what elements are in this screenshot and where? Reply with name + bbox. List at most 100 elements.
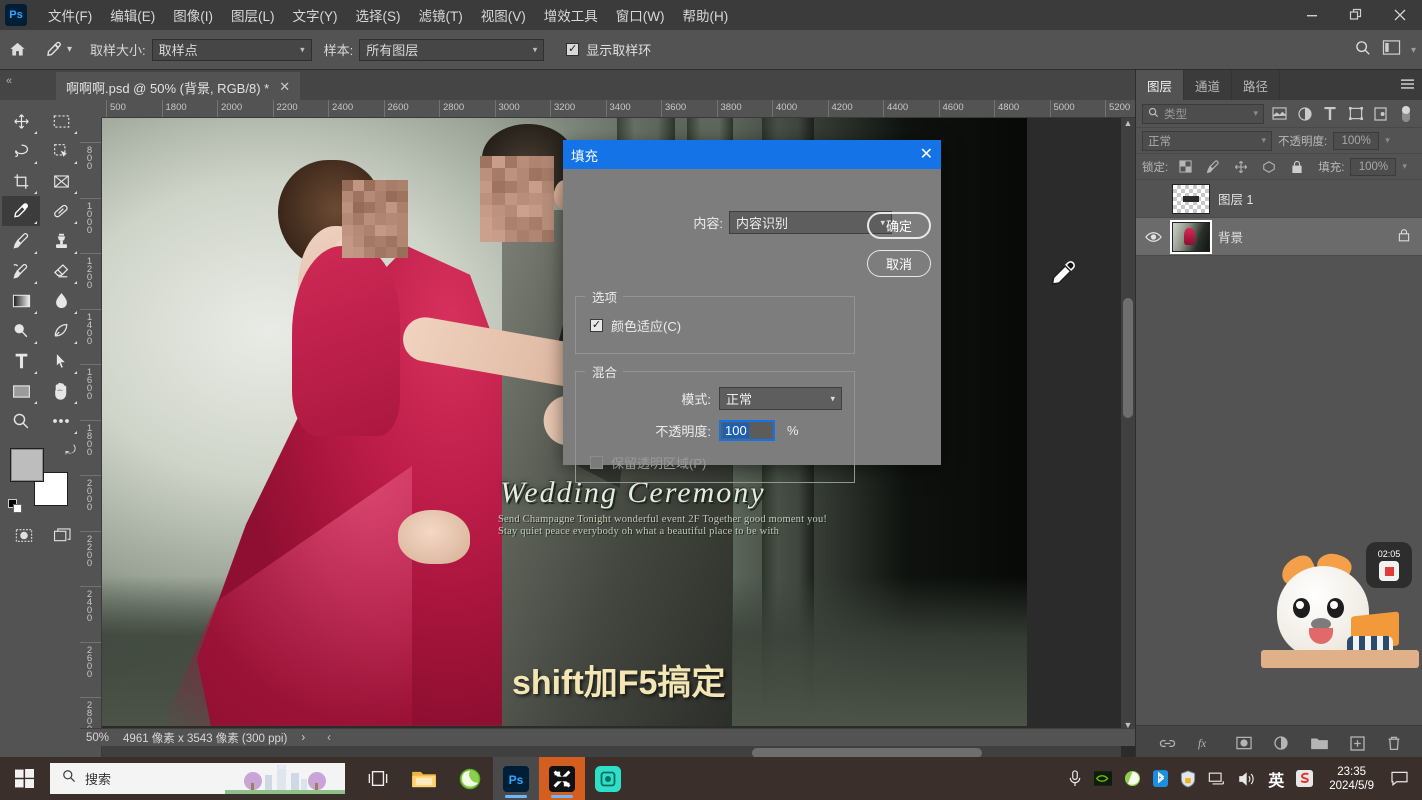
layer-thumbnail[interactable]: [1172, 183, 1210, 214]
microphone-icon[interactable]: [1068, 770, 1082, 787]
menu-file[interactable]: 文件(F): [39, 1, 101, 29]
current-tool-eyedropper[interactable]: ▾: [38, 40, 78, 59]
lock-icon[interactable]: [1398, 228, 1410, 245]
sample-select[interactable]: 所有图层 ▾: [359, 38, 545, 61]
eyedropper-tool[interactable]: [2, 196, 40, 226]
chevron-down-icon[interactable]: ▾: [1402, 161, 1407, 172]
new-group-icon[interactable]: [1310, 737, 1328, 750]
layer-visibility-toggle[interactable]: [1142, 231, 1164, 243]
menu-filter[interactable]: 滤镜(T): [410, 1, 472, 29]
browser-tray-icon[interactable]: [1124, 770, 1141, 787]
type-tool[interactable]: [2, 346, 40, 376]
marquee-tool[interactable]: [42, 106, 80, 136]
layer-name[interactable]: 背景: [1218, 227, 1390, 246]
lasso-tool[interactable]: [2, 136, 40, 166]
close-button[interactable]: [1378, 0, 1422, 30]
delete-layer-icon[interactable]: [1387, 736, 1401, 751]
history-brush-tool[interactable]: [2, 256, 40, 286]
menu-help[interactable]: 帮助(H): [673, 1, 737, 29]
vertical-scroll-thumb[interactable]: [1123, 298, 1133, 418]
frame-tool[interactable]: [42, 166, 80, 196]
bluetooth-icon[interactable]: [1153, 770, 1169, 787]
gradient-tool[interactable]: [2, 286, 40, 316]
notification-icon[interactable]: [1386, 757, 1412, 800]
status-expand-icon[interactable]: ›: [301, 732, 305, 744]
cancel-button[interactable]: 取消: [867, 250, 931, 277]
filter-toggle-switch[interactable]: [1397, 104, 1416, 124]
blend-mode-select[interactable]: 正常 ▾: [1142, 130, 1272, 151]
volume-icon[interactable]: [1238, 771, 1256, 787]
search-icon[interactable]: [1354, 39, 1372, 62]
layer-row-background[interactable]: 背景: [1136, 218, 1422, 256]
opacity-value[interactable]: 100%: [1333, 131, 1380, 150]
lock-transparent-icon[interactable]: [1174, 157, 1196, 177]
menu-plugins[interactable]: 增效工具: [535, 1, 607, 29]
maximize-button[interactable]: [1334, 0, 1378, 30]
type-filter-icon[interactable]: [1321, 104, 1340, 124]
lock-artboard-icon[interactable]: [1258, 157, 1280, 177]
quick-select-tool[interactable]: [42, 136, 80, 166]
dialog-close-icon[interactable]: ✕: [920, 146, 933, 163]
filter-type-select[interactable]: 类型 ▾: [1142, 103, 1264, 124]
menu-view[interactable]: 视图(V): [472, 1, 535, 29]
foreground-color-swatch[interactable]: [10, 448, 44, 482]
layer-name[interactable]: 图层 1: [1218, 189, 1416, 208]
zoom-level[interactable]: 50%: [86, 732, 109, 744]
default-colors-icon[interactable]: [8, 499, 23, 514]
security-icon[interactable]: [1180, 769, 1196, 788]
smart-object-filter-icon[interactable]: [1371, 104, 1390, 124]
image-filter-icon[interactable]: [1270, 104, 1289, 124]
lock-image-icon[interactable]: [1202, 157, 1224, 177]
tab-layers[interactable]: 图层: [1136, 70, 1185, 100]
path-selection-tool[interactable]: [42, 346, 80, 376]
ime-indicator[interactable]: 英: [1268, 767, 1284, 791]
workspace-icon[interactable]: [1382, 39, 1401, 61]
collapse-panels-icon[interactable]: «: [6, 75, 12, 87]
blur-tool[interactable]: [42, 286, 80, 316]
chevron-down-icon[interactable]: ▾: [1411, 45, 1416, 56]
move-tool[interactable]: [2, 106, 40, 136]
shape-filter-icon[interactable]: [1346, 104, 1365, 124]
adjustment-filter-icon[interactable]: [1295, 104, 1314, 124]
ok-button[interactable]: 确定: [867, 212, 931, 239]
layer-thumbnail[interactable]: [1172, 221, 1210, 252]
menu-select[interactable]: 选择(S): [347, 1, 410, 29]
adjustment-layer-icon[interactable]: [1273, 735, 1289, 751]
status-collapse-icon[interactable]: ‹: [327, 732, 331, 744]
tab-paths[interactable]: 路径: [1232, 70, 1281, 100]
windows-start-icon[interactable]: [0, 757, 48, 800]
hand-tool[interactable]: [42, 376, 80, 406]
eraser-tool[interactable]: [42, 256, 80, 286]
browser-icon[interactable]: [447, 757, 493, 800]
taskbar-search-box[interactable]: 搜索: [50, 763, 345, 794]
chevron-down-icon[interactable]: ▾: [1385, 135, 1390, 146]
swap-colors-icon[interactable]: ⤾: [65, 442, 76, 458]
quick-mask-icon[interactable]: [6, 520, 41, 550]
nvidia-icon[interactable]: [1094, 771, 1113, 786]
sogou-input-icon[interactable]: [1296, 770, 1314, 787]
lock-all-icon[interactable]: [1286, 157, 1308, 177]
clone-stamp-tool[interactable]: [42, 226, 80, 256]
panel-menu-icon[interactable]: [1401, 79, 1414, 93]
capcut-icon[interactable]: [539, 757, 585, 800]
menu-type[interactable]: 文字(Y): [284, 1, 347, 29]
canvas-vertical-scrollbar[interactable]: ▲ ▼: [1121, 118, 1135, 734]
sample-size-select[interactable]: 取样点 ▾: [151, 38, 312, 61]
close-icon[interactable]: ✕: [279, 79, 290, 95]
lock-position-icon[interactable]: [1230, 157, 1252, 177]
photoshop-icon[interactable]: Ps: [493, 757, 539, 800]
color-adaptation-checkbox[interactable]: ✓: [590, 319, 603, 332]
taskbar-clock[interactable]: 23:35 2024/5/9: [1329, 765, 1374, 793]
new-layer-icon[interactable]: [1349, 735, 1365, 751]
file-explorer-icon[interactable]: [401, 757, 447, 800]
layer-row-1[interactable]: 图层 1: [1136, 180, 1422, 218]
show-sampling-ring-checkbox[interactable]: ✓ 显示取样环: [566, 40, 651, 59]
stop-record-button[interactable]: [1379, 561, 1399, 581]
mode-select[interactable]: 正常 ▾: [719, 387, 842, 410]
screen-recorder-icon[interactable]: [585, 757, 631, 800]
home-icon[interactable]: [0, 41, 34, 58]
opacity-input[interactable]: 100: [719, 420, 775, 441]
edit-toolbar-tool[interactable]: [42, 406, 80, 436]
link-layers-icon[interactable]: [1159, 738, 1176, 749]
document-tab[interactable]: 啊啊啊.psd @ 50% (背景, RGB/8) * ✕: [56, 72, 301, 100]
